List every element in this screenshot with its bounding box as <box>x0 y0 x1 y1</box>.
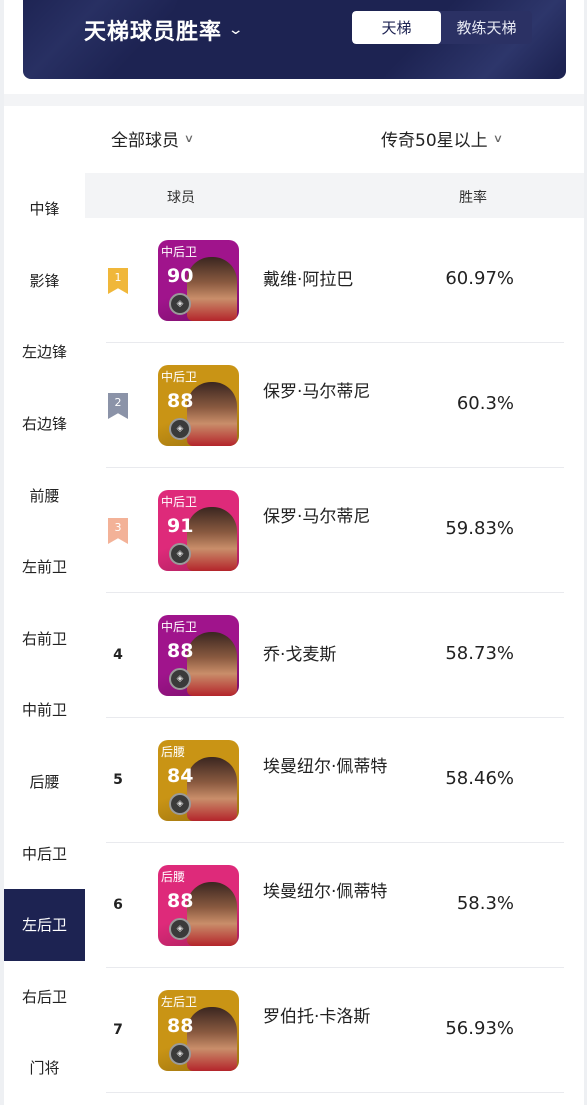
win-rate-value: 59.83% <box>445 518 514 539</box>
player-filter-dropdown[interactable]: 全部球员 ∨ <box>111 126 195 151</box>
sidebar-item-1[interactable]: 影锋 <box>4 245 85 317</box>
card-position: 后腰 <box>161 870 186 884</box>
sidebar-item-3[interactable]: 右边锋 <box>4 388 85 460</box>
player-portrait <box>187 1007 237 1071</box>
rank-number: 5 <box>113 772 123 788</box>
card-rating: 88 <box>167 1015 194 1037</box>
rank-medal-bronze: 3 <box>108 518 128 544</box>
player-filter-label: 全部球员 <box>111 131 179 151</box>
card-position: 左后卫 <box>161 995 198 1009</box>
rank-number: 4 <box>113 647 123 663</box>
row-divider <box>106 1092 564 1093</box>
card-position: 中后卫 <box>161 620 198 634</box>
player-name: 罗伯托·卡洛斯 <box>263 1007 371 1027</box>
sidebar-item-4[interactable]: 前腰 <box>4 459 85 531</box>
player-card[interactable]: 后腰 88 ◈ <box>158 865 239 946</box>
win-rate-value: 60.97% <box>445 268 514 289</box>
table-row[interactable]: 3 中后卫 91 ◈ 保罗·马尔蒂尼 59.83% <box>85 468 584 593</box>
player-name: 保罗·马尔蒂尼 <box>263 382 371 402</box>
table-row[interactable]: 4 中后卫 88 ◈ 乔·戈麦斯 58.73% <box>85 593 584 718</box>
table-header: 球员 胜率 <box>85 173 584 218</box>
level-filter-dropdown[interactable]: 传奇50星以上 ∨ <box>381 126 503 151</box>
player-portrait <box>187 382 237 446</box>
card-badge-icon: ◈ <box>169 418 191 440</box>
rank-medal-gold: 1 <box>108 268 128 294</box>
card-badge-icon: ◈ <box>169 293 191 315</box>
player-portrait <box>187 882 237 946</box>
card-badge-icon: ◈ <box>169 1043 191 1065</box>
player-portrait <box>187 507 237 571</box>
card-rating: 88 <box>167 390 194 412</box>
player-name: 保罗·马尔蒂尼 <box>263 507 371 527</box>
player-name: 埃曼纽尔·佩蒂特 <box>263 882 388 902</box>
page-title: 天梯球员胜率 <box>84 20 223 45</box>
rank-medal-silver: 2 <box>108 393 128 419</box>
player-card[interactable]: 中后卫 91 ◈ <box>158 490 239 571</box>
card-badge-icon: ◈ <box>169 543 191 565</box>
player-name: 戴维·阿拉巴 <box>263 270 354 290</box>
sidebar-item-6[interactable]: 右前卫 <box>4 603 85 675</box>
sidebar-item-7[interactable]: 中前卫 <box>4 674 85 746</box>
tab-ladder[interactable]: 天梯 <box>352 11 441 44</box>
card-badge-icon: ◈ <box>169 918 191 940</box>
card-rating: 91 <box>167 515 194 537</box>
win-rate-value: 60.3% <box>456 393 514 414</box>
section-divider <box>4 94 584 106</box>
level-filter-label: 传奇50星以上 <box>381 131 488 151</box>
player-card[interactable]: 左后卫 88 ◈ <box>158 990 239 1071</box>
win-rate-value: 58.73% <box>445 643 514 664</box>
column-header-player: 球员 <box>167 190 195 206</box>
player-card[interactable]: 中后卫 88 ◈ <box>158 365 239 446</box>
player-name: 乔·戈麦斯 <box>263 645 337 665</box>
player-portrait <box>187 632 237 696</box>
table-row[interactable]: 7 左后卫 88 ◈ 罗伯托·卡洛斯 56.93% <box>85 968 584 1093</box>
sidebar-item-0[interactable]: 中锋 <box>4 173 85 245</box>
chevron-down-icon: ∨ <box>183 132 195 145</box>
table-row[interactable]: 5 后腰 84 ◈ 埃曼纽尔·佩蒂特 58.46% <box>85 718 584 843</box>
rank-number: 6 <box>113 897 123 913</box>
rank-number: 7 <box>113 1022 123 1038</box>
sidebar-item-8[interactable]: 后腰 <box>4 746 85 818</box>
player-portrait <box>187 757 237 821</box>
position-sidebar: 中锋 影锋 左边锋 右边锋 前腰 左前卫 右前卫 中前卫 后腰 中后卫 左后卫 右后卫 门将 <box>4 173 85 1104</box>
header-banner: 天梯球员胜率 ⌄ 天梯 教练天梯 <box>23 0 566 79</box>
tab-coach-ladder[interactable]: 教练天梯 <box>441 11 532 44</box>
mode-segmented-control: 天梯 教练天梯 <box>352 11 532 44</box>
player-card[interactable]: 中后卫 88 ◈ <box>158 615 239 696</box>
card-position: 后腰 <box>161 745 186 759</box>
chevron-down-icon: ∨ <box>492 132 503 145</box>
win-rate-value: 58.3% <box>456 893 514 914</box>
sidebar-item-11[interactable]: 右后卫 <box>4 961 85 1033</box>
win-rate-value: 58.46% <box>445 768 514 789</box>
column-header-winrate: 胜率 <box>459 190 487 206</box>
player-name: 埃曼纽尔·佩蒂特 <box>263 757 388 777</box>
card-rating: 88 <box>167 890 194 912</box>
player-card[interactable]: 后腰 84 ◈ <box>158 740 239 821</box>
sidebar-item-12[interactable]: 门将 <box>4 1032 85 1104</box>
card-rating: 90 <box>167 265 194 287</box>
chevron-down-icon: ⌄ <box>227 22 246 38</box>
card-position: 中后卫 <box>161 370 198 384</box>
sidebar-item-10[interactable]: 左后卫 <box>4 888 85 961</box>
sidebar-item-2[interactable]: 左边锋 <box>4 316 85 388</box>
sidebar-item-9[interactable]: 中后卫 <box>4 817 85 889</box>
sidebar-item-5[interactable]: 左前卫 <box>4 531 85 603</box>
table-row[interactable]: 1 中后卫 90 ◈ 戴维·阿拉巴 60.97% <box>85 218 584 343</box>
card-badge-icon: ◈ <box>169 793 191 815</box>
player-portrait <box>187 257 237 321</box>
card-position: 中后卫 <box>161 245 198 259</box>
table-row[interactable]: 6 后腰 88 ◈ 埃曼纽尔·佩蒂特 58.3% <box>85 843 584 968</box>
page-title-dropdown[interactable]: 天梯球员胜率 ⌄ <box>84 14 246 46</box>
card-rating: 88 <box>167 640 194 662</box>
card-position: 中后卫 <box>161 495 198 509</box>
win-rate-value: 56.93% <box>445 1018 514 1039</box>
player-card[interactable]: 中后卫 90 ◈ <box>158 240 239 321</box>
card-rating: 84 <box>167 765 194 787</box>
table-row[interactable]: 2 中后卫 88 ◈ 保罗·马尔蒂尼 60.3% <box>85 343 584 468</box>
card-badge-icon: ◈ <box>169 668 191 690</box>
